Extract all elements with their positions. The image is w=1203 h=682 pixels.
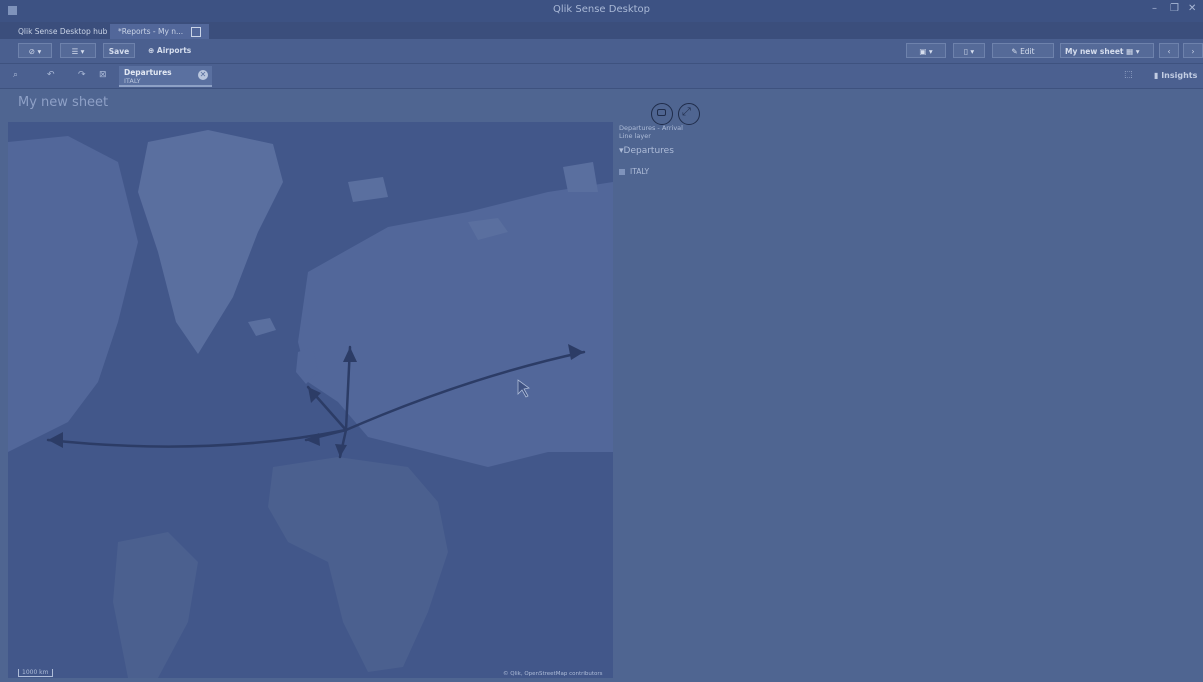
global-menu-button[interactable]: ☰ ▾ <box>60 43 96 58</box>
line-to-america <box>46 428 348 448</box>
window-title: Qlik Sense Desktop <box>552 4 651 15</box>
south-america-land <box>113 532 198 678</box>
clear-all-selections-icon[interactable]: ⊠ <box>99 70 107 80</box>
legend-group-label: Departures <box>623 146 674 156</box>
previous-sheet-button[interactable]: ‹ <box>1159 43 1179 58</box>
legend-subtitle: Line layer <box>619 132 651 140</box>
chevron-left-icon: ‹ <box>1167 47 1171 56</box>
sheet-title: My new sheet <box>18 95 109 110</box>
fullscreen-button[interactable]: ⤢ <box>678 103 700 125</box>
maximize-button[interactable]: ❐ <box>1170 3 1179 14</box>
airports-label: Airports <box>156 46 192 55</box>
map-legend-panel: Departures - Arrival Line layer ▾Departu… <box>613 122 1203 678</box>
clear-selection-icon[interactable]: ✕ <box>198 70 208 80</box>
chevron-right-icon: › <box>1191 47 1195 56</box>
next-sheet-button[interactable]: › <box>1183 43 1203 58</box>
legend-group[interactable]: ▾Departures <box>619 146 674 156</box>
tab-hub-label: Qlik Sense Desktop hub <box>18 27 108 36</box>
snapshot-button[interactable] <box>651 103 673 125</box>
legend-swatch-icon <box>619 169 625 175</box>
minimize-button[interactable]: – <box>1152 3 1157 14</box>
selection-field: Departures <box>124 68 172 77</box>
africa-land <box>268 457 448 672</box>
tab-hub[interactable]: Qlik Sense Desktop hub <box>10 24 115 39</box>
navigation-menu-button[interactable]: ⊘ ▾ <box>18 43 52 58</box>
iceland-land <box>248 318 276 336</box>
selection-value: ITALY <box>124 77 141 85</box>
legend-item[interactable]: ITALY <box>619 167 649 176</box>
step-back-icon[interactable]: ↶ <box>47 70 55 80</box>
legend-title: Departures - Arrival <box>619 124 683 132</box>
insights-button[interactable]: ▮ Insights <box>1154 71 1197 80</box>
toolbar: ⊘ ▾ ☰ ▾ Save ⊕ Airports ▣ ▾ ▯ ▾ ✎ Edit M… <box>0 39 1203 64</box>
sheets-icon: ▦ ▾ <box>1123 47 1140 56</box>
edit-label: Edit <box>1020 47 1035 56</box>
compass-icon: ⊘ ▾ <box>28 47 42 56</box>
pencil-icon: ✎ <box>1011 47 1021 56</box>
map-canvas <box>8 130 613 678</box>
airports-bookmark[interactable]: ⊕ Airports <box>148 43 191 58</box>
smart-search-icon[interactable]: ⌕ <box>13 70 18 80</box>
map-chart[interactable] <box>8 122 613 678</box>
expand-icon: ⤢ <box>682 105 691 118</box>
insights-label: Insights <box>1161 71 1198 80</box>
selections-bar: ⌕ ↶ ↷ ⊠ Departures ITALY ✕ ⬚ ▮ Insights <box>0 64 1203 89</box>
north-america-land <box>8 136 138 452</box>
present-button[interactable]: ▣ ▾ <box>906 43 946 58</box>
camera-icon <box>657 109 666 116</box>
tab-reports-label: *Reports - My n... <box>118 27 184 36</box>
bookmark-icon: ▯ ▾ <box>963 47 975 56</box>
screen-icon: ▣ ▾ <box>919 47 933 56</box>
edit-button[interactable]: ✎ Edit <box>992 43 1054 58</box>
selection-tool-icon[interactable]: ⬚ <box>1124 70 1133 80</box>
save-button[interactable]: Save <box>103 43 135 58</box>
tab-reports[interactable]: *Reports - My n... <box>110 24 210 39</box>
globe-icon: ⊕ <box>148 46 157 55</box>
close-window-button[interactable]: ✕ <box>1188 3 1196 14</box>
sheet-selector[interactable]: My new sheet ▦ ▾ <box>1060 43 1154 58</box>
legend-item-label: ITALY <box>630 167 650 176</box>
map-attribution[interactable]: © Qlik, OpenStreetMap contributors <box>503 671 603 677</box>
tab-bar: Qlik Sense Desktop hub *Reports - My n..… <box>0 22 1203 39</box>
sheet-selector-label: My new sheet <box>1065 47 1124 56</box>
step-forward-icon[interactable]: ↷ <box>78 70 86 80</box>
close-tab-icon[interactable] <box>191 27 202 37</box>
bookmark-button[interactable]: ▯ ▾ <box>953 43 985 58</box>
window-title-bar: Qlik Sense Desktop – ❐ ✕ <box>0 0 1203 22</box>
list-icon: ☰ ▾ <box>71 47 85 56</box>
selection-pill-departures[interactable]: Departures ITALY ✕ <box>119 66 212 87</box>
map-scale-bar: 1000 km <box>18 669 53 677</box>
